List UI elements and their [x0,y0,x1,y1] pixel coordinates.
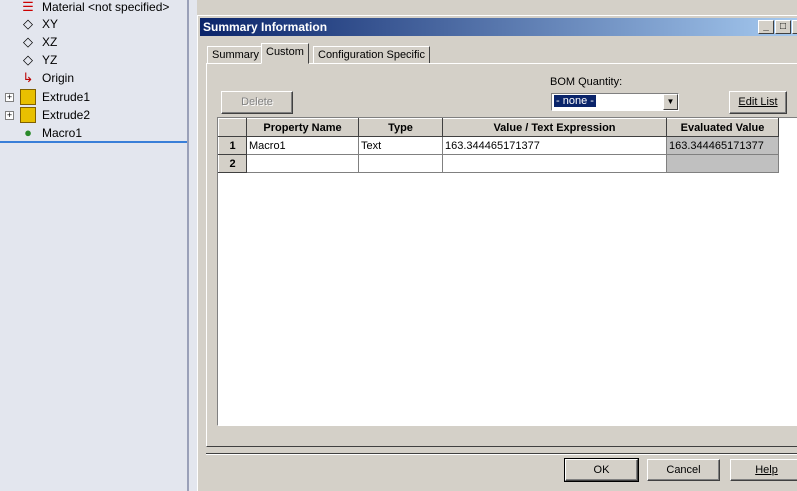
panel-splitter[interactable] [187,0,197,491]
delete-button[interactable]: Delete [221,91,293,114]
expand-icon[interactable]: + [5,110,14,120]
edit-list-button[interactable]: Edit List [729,91,787,114]
ok-button[interactable]: OK [564,458,639,482]
extrude-icon [20,89,36,105]
close-button[interactable]: x [792,20,797,34]
tab-configuration-specific[interactable]: Configuration Specific [313,46,431,64]
corner-header [218,118,247,137]
help-button[interactable]: Help [730,459,797,481]
chevron-down-icon[interactable]: ▼ [663,94,678,110]
table-row: 1 Macro1 Text 163.344465171377 163.344465171… [218,136,779,155]
divider [206,453,797,455]
origin-icon: ↳ [22,70,34,85]
macro-icon: ● [24,125,32,140]
plane-icon: ◇ [23,34,33,49]
custom-properties-grid[interactable]: Property Name Type Value / Text Expressi… [217,117,797,426]
plane-icon: ◇ [23,16,33,31]
table-row: 2 [218,154,779,173]
column-header[interactable]: Type [358,118,443,137]
material-icon: ☰ [22,0,34,14]
column-header[interactable]: Property Name [246,118,359,137]
maximize-button[interactable]: □ [775,20,791,34]
column-header[interactable]: Value / Text Expression [442,118,667,137]
bom-quantity-label: BOM Quantity: [550,76,623,88]
bom-quantity-select[interactable]: - none - ▼ [551,93,679,111]
title-bar: Summary Information _ □ x [200,18,797,36]
tab-summary[interactable]: Summary [207,46,265,64]
summary-information-dialog: Summary Information _ □ x Summary Custom… [197,15,797,491]
cancel-button[interactable]: Cancel [647,459,720,481]
plane-icon: ◇ [23,52,33,67]
column-header[interactable]: Evaluated Value [666,118,779,137]
feature-tree: ☰ Material <not specified> ◇ XY ◇ XZ ◇ YZ ↳ O… [0,0,187,491]
extrude-icon [20,107,36,123]
tab-custom[interactable]: Custom [261,43,309,64]
rollback-bar[interactable] [0,141,187,143]
minimize-button[interactable]: _ [758,20,774,34]
expand-icon[interactable]: + [5,92,14,102]
